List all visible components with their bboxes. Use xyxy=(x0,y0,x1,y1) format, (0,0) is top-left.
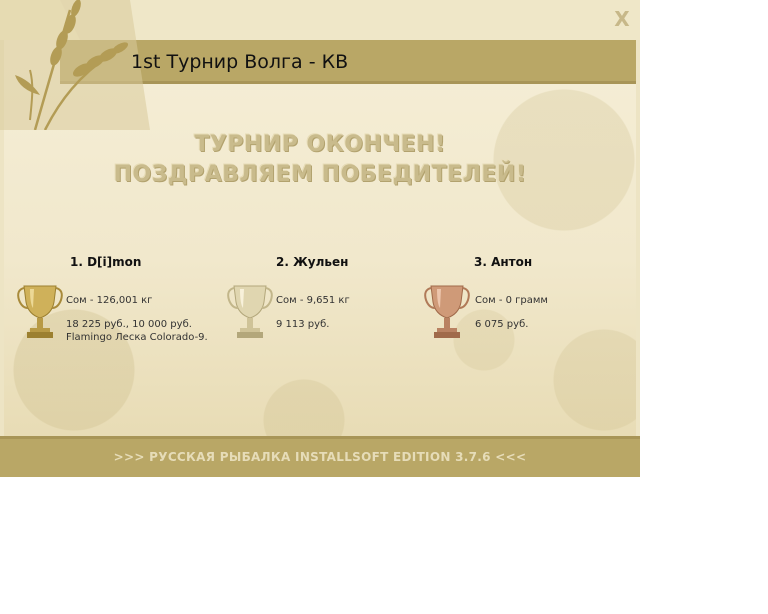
winner-items: Flamingo Леска Colorado-9. xyxy=(66,332,208,343)
silver-trophy-icon xyxy=(227,285,273,338)
tournament-results-window: 1st Турнир Волга - КВ X ТУРНИР ОКОНЧЕН! … xyxy=(0,0,640,477)
winner-catch: Сом - 9,651 кг xyxy=(276,295,350,306)
footer-version-text: >>> РУССКАЯ РЫБАЛКА INSTALLSOFT EDITION … xyxy=(113,450,527,464)
winner-name: 2. Жульен xyxy=(276,255,349,269)
winner-catch: Сом - 126,001 кг xyxy=(66,295,153,306)
winner-name: 1. D[i]mon xyxy=(70,255,142,269)
congratulations-headline: ТУРНИР ОКОНЧЕН! ПОЗДРАВЛЯЕМ ПОБЕДИТЕЛЕЙ! xyxy=(60,130,580,190)
winner-name: 3. Антон xyxy=(474,255,533,269)
headline-line-2: ПОЗДРАВЛЯЕМ ПОБЕДИТЕЛЕЙ! xyxy=(113,162,527,187)
close-button[interactable]: X xyxy=(611,8,633,30)
bronze-trophy-icon xyxy=(424,285,470,338)
headline-line-1: ТУРНИР ОКОНЧЕН! xyxy=(194,132,446,157)
winner-prize: 18 225 руб., 10 000 руб. xyxy=(66,319,192,330)
wheat-emblem-icon xyxy=(0,0,150,130)
winner-prize: 9 113 руб. xyxy=(276,319,330,330)
winner-prize: 6 075 руб. xyxy=(475,319,529,330)
winner-catch: Сом - 0 грамм xyxy=(475,295,548,306)
tournament-title: 1st Турнир Волга - КВ xyxy=(131,51,349,73)
gold-trophy-icon xyxy=(17,285,63,338)
